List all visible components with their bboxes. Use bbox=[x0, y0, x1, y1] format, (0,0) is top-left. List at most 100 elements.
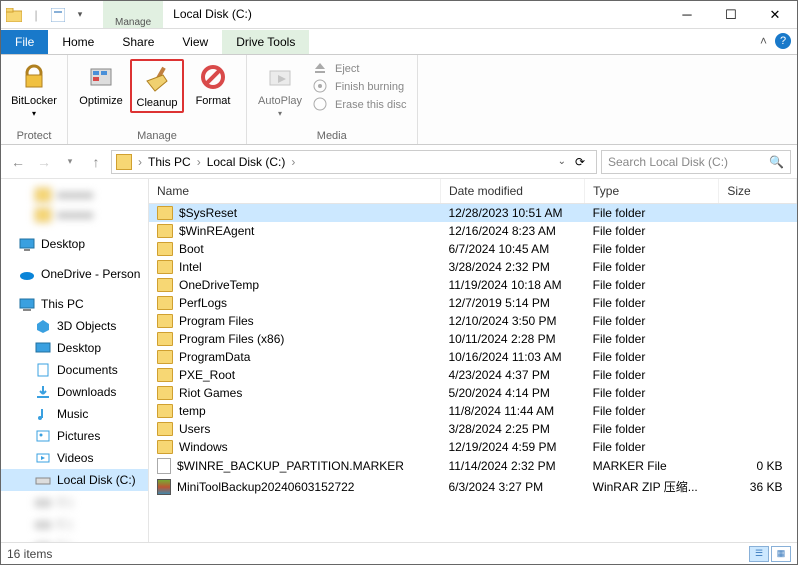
folder-icon bbox=[157, 440, 173, 454]
nav-pictures[interactable]: Pictures bbox=[1, 425, 148, 447]
nav-drive-e[interactable]: E:) bbox=[1, 513, 148, 535]
table-row[interactable]: Riot Games5/20/2024 4:14 PMFile folder bbox=[149, 384, 797, 402]
minimize-button[interactable]: ─ bbox=[665, 1, 709, 28]
drive-icon bbox=[35, 472, 51, 488]
optimize-button[interactable]: Optimize bbox=[74, 59, 128, 109]
nav-documents[interactable]: Documents bbox=[1, 359, 148, 381]
breadcrumb-dropdown-icon[interactable]: ⌄ bbox=[558, 156, 566, 167]
nav-drive-d[interactable]: D:) bbox=[1, 491, 148, 513]
column-name[interactable]: Name bbox=[149, 179, 440, 204]
file-name: $WINRE_BACKUP_PARTITION.MARKER bbox=[177, 459, 404, 473]
tab-home[interactable]: Home bbox=[48, 30, 108, 54]
nav-this-pc[interactable]: This PC bbox=[1, 293, 148, 315]
qat-dropdown-icon[interactable]: ▾ bbox=[71, 6, 89, 24]
tab-view[interactable]: View bbox=[168, 30, 222, 54]
pictures-icon bbox=[35, 428, 51, 444]
tab-share[interactable]: Share bbox=[108, 30, 168, 54]
cleanup-button[interactable]: Cleanup bbox=[130, 59, 184, 113]
nav-drive-f[interactable]: F:) bbox=[1, 535, 148, 542]
file-name: MiniToolBackup20240603152722 bbox=[177, 480, 354, 494]
recent-locations-button[interactable]: ▾ bbox=[59, 151, 81, 173]
table-row[interactable]: OneDriveTemp11/19/2024 10:18 AMFile fold… bbox=[149, 276, 797, 294]
file-type: File folder bbox=[585, 384, 719, 402]
chevron-right-icon[interactable]: › bbox=[134, 155, 146, 169]
autoplay-button[interactable]: AutoPlay ▾ bbox=[253, 59, 307, 120]
tab-drive-tools[interactable]: Drive Tools bbox=[222, 30, 309, 54]
nav-desktop[interactable]: Desktop bbox=[1, 233, 148, 255]
close-button[interactable]: ✕ bbox=[753, 1, 797, 28]
qat-properties-icon[interactable] bbox=[49, 6, 67, 24]
window-title: Local Disk (C:) bbox=[163, 1, 665, 28]
file-list[interactable]: Name Date modified Type Size $SysReset12… bbox=[149, 179, 797, 542]
file-name: Program Files bbox=[179, 314, 254, 328]
breadcrumb-this-pc[interactable]: This PC bbox=[148, 155, 191, 169]
table-row[interactable]: Program Files12/10/2024 3:50 PMFile fold… bbox=[149, 312, 797, 330]
nav-onedrive[interactable]: OneDrive - Person bbox=[1, 263, 148, 285]
status-bar: 16 items ☰ ▦ bbox=[1, 542, 797, 564]
table-row[interactable]: MiniToolBackup202406031527226/3/2024 3:2… bbox=[149, 476, 797, 497]
breadcrumb[interactable]: › This PC › Local Disk (C:) › ⌄ ⟳ bbox=[111, 150, 597, 174]
table-row[interactable]: PXE_Root4/23/2024 4:37 PMFile folder bbox=[149, 366, 797, 384]
table-row[interactable]: $WinREAgent12/16/2024 8:23 AMFile folder bbox=[149, 222, 797, 240]
table-row[interactable]: $SysReset12/28/2023 10:51 AMFile folder bbox=[149, 204, 797, 223]
refresh-button[interactable]: ⟳ bbox=[568, 155, 592, 169]
format-button[interactable]: Format bbox=[186, 59, 240, 109]
file-size bbox=[719, 438, 797, 456]
folder-icon bbox=[157, 386, 173, 400]
file-type: File folder bbox=[585, 312, 719, 330]
table-row[interactable]: $WINRE_BACKUP_PARTITION.MARKER11/14/2024… bbox=[149, 456, 797, 476]
table-row[interactable]: Users3/28/2024 2:25 PMFile folder bbox=[149, 420, 797, 438]
nav-local-disk-c[interactable]: Local Disk (C:) bbox=[1, 469, 148, 491]
back-button[interactable]: ← bbox=[7, 151, 29, 173]
thumbnails-view-button[interactable]: ▦ bbox=[771, 546, 791, 562]
desktop-icon bbox=[19, 236, 35, 252]
erase-disc-button[interactable]: Erase this disc bbox=[313, 97, 407, 113]
chevron-right-icon[interactable]: › bbox=[193, 155, 205, 169]
onedrive-icon bbox=[19, 266, 35, 282]
file-size bbox=[719, 276, 797, 294]
column-type[interactable]: Type bbox=[585, 179, 719, 204]
ribbon-collapse-icon[interactable]: ˄ bbox=[760, 34, 767, 48]
table-row[interactable]: temp11/8/2024 11:44 AMFile folder bbox=[149, 402, 797, 420]
ribbon-tabs: File Home Share View Drive Tools ˄ ? bbox=[1, 29, 797, 55]
bitlocker-button[interactable]: BitLocker ▾ bbox=[7, 59, 61, 120]
nav-music[interactable]: Music bbox=[1, 403, 148, 425]
eject-button[interactable]: Eject bbox=[313, 61, 407, 77]
nav-quick-item[interactable]: ■■■■■ bbox=[1, 185, 148, 205]
chevron-right-icon[interactable]: › bbox=[287, 155, 299, 169]
drive-icon bbox=[116, 154, 132, 170]
nav-downloads[interactable]: Downloads bbox=[1, 381, 148, 403]
objects3d-icon bbox=[35, 318, 51, 334]
nav-3d-objects[interactable]: 3D Objects bbox=[1, 315, 148, 337]
help-icon[interactable]: ? bbox=[775, 33, 791, 49]
table-row[interactable]: Program Files (x86)10/11/2024 2:28 PMFil… bbox=[149, 330, 797, 348]
search-input[interactable]: Search Local Disk (C:) 🔍 bbox=[601, 150, 791, 174]
file-date: 12/28/2023 10:51 AM bbox=[440, 204, 584, 223]
maximize-button[interactable]: ☐ bbox=[709, 1, 753, 28]
file-name: OneDriveTemp bbox=[179, 278, 259, 292]
file-size bbox=[719, 402, 797, 420]
file-name: Users bbox=[179, 422, 210, 436]
nav-quick-item[interactable]: ■■■■■ bbox=[1, 205, 148, 225]
column-size[interactable]: Size bbox=[719, 179, 797, 204]
up-button[interactable]: ↑ bbox=[85, 151, 107, 173]
table-row[interactable]: Intel3/28/2024 2:32 PMFile folder bbox=[149, 258, 797, 276]
navigation-pane[interactable]: ■■■■■ ■■■■■ Desktop OneDrive - Person Th… bbox=[1, 179, 149, 542]
table-row[interactable]: Windows12/19/2024 4:59 PMFile folder bbox=[149, 438, 797, 456]
file-name: temp bbox=[179, 404, 206, 418]
music-icon bbox=[35, 406, 51, 422]
nav-videos[interactable]: Videos bbox=[1, 447, 148, 469]
table-row[interactable]: ProgramData10/16/2024 11:03 AMFile folde… bbox=[149, 348, 797, 366]
file-date: 11/8/2024 11:44 AM bbox=[440, 402, 584, 420]
nav-desktop-sub[interactable]: Desktop bbox=[1, 337, 148, 359]
finish-burning-button[interactable]: Finish burning bbox=[313, 79, 407, 95]
breadcrumb-local-disk[interactable]: Local Disk (C:) bbox=[207, 155, 286, 169]
tab-file[interactable]: File bbox=[1, 30, 48, 54]
forward-button[interactable]: → bbox=[33, 151, 55, 173]
address-bar: ← → ▾ ↑ › This PC › Local Disk (C:) › ⌄ … bbox=[1, 145, 797, 179]
table-row[interactable]: Boot6/7/2024 10:45 AMFile folder bbox=[149, 240, 797, 258]
column-modified[interactable]: Date modified bbox=[440, 179, 584, 204]
details-view-button[interactable]: ☰ bbox=[749, 546, 769, 562]
folder-icon bbox=[157, 422, 173, 436]
table-row[interactable]: PerfLogs12/7/2019 5:14 PMFile folder bbox=[149, 294, 797, 312]
